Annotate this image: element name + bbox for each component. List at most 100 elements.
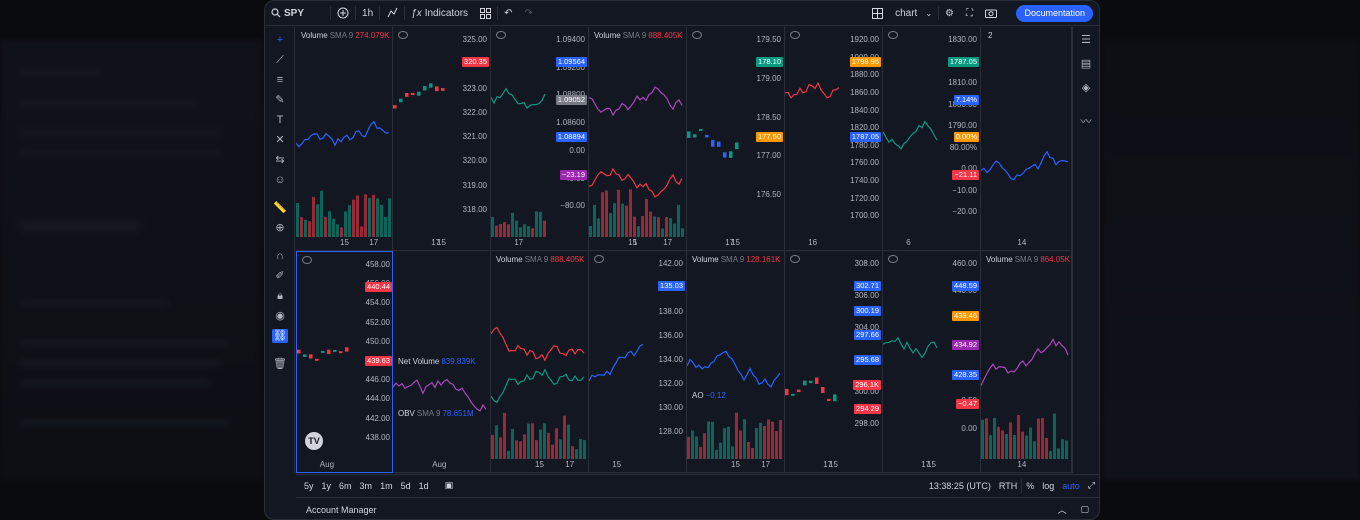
chart-pane-15[interactable]: 460.00440.00420.00400.001.000.500.00448.… bbox=[883, 251, 981, 473]
price-scale[interactable]: 308.00306.00304.00302.00300.00298.00302.… bbox=[843, 251, 882, 459]
account-manager-bar[interactable]: Account Manager ︿ ▢ bbox=[296, 497, 1099, 519]
eye-icon[interactable] bbox=[398, 31, 408, 39]
time-scale[interactable]: 15 17 bbox=[296, 236, 392, 250]
symbol-search[interactable]: SPY bbox=[265, 1, 310, 26]
eye-icon[interactable] bbox=[790, 255, 800, 263]
auto-toggle[interactable]: auto bbox=[1058, 481, 1084, 491]
chevron-up-icon[interactable]: ︿ bbox=[1057, 503, 1066, 516]
fullscreen-button[interactable]: ⛶ bbox=[960, 1, 979, 26]
interval-button[interactable]: 1h bbox=[356, 1, 379, 26]
time-scale[interactable]: 15 17 bbox=[687, 236, 784, 250]
chart-pane-12[interactable]: 142.00140.00138.00136.00134.00132.00130.… bbox=[589, 251, 687, 473]
time-scale[interactable]: Aug bbox=[393, 458, 490, 472]
layout-select-button[interactable] bbox=[866, 1, 889, 26]
crosshair-icon[interactable]: + bbox=[273, 33, 287, 47]
time-scale[interactable]: 15 bbox=[589, 458, 686, 472]
chart-pane-2[interactable]: 325.00324.00323.00322.00321.00320.00319.… bbox=[393, 27, 491, 251]
range-3m[interactable]: 3m bbox=[356, 481, 377, 491]
chart-pane-3[interactable]: 1.094001.092001.088001.086000.00−40.00−8… bbox=[491, 27, 589, 251]
price-scale[interactable]: 460.00440.00420.00400.001.000.500.00448.… bbox=[941, 251, 980, 459]
price-scale[interactable]: 325.00324.00323.00322.00321.00320.00319.… bbox=[451, 27, 490, 237]
session-button[interactable]: RTH bbox=[995, 481, 1021, 491]
chart-pane-11[interactable]: Volume SMA 9 888.405K 15 17 bbox=[491, 251, 589, 473]
pattern-icon[interactable]: ✕ bbox=[273, 133, 287, 147]
chart-pane-7[interactable]: 1830.001820.001810.001800.001790.0080.00… bbox=[883, 27, 981, 251]
chart-pane-5[interactable]: 179.50 179.00 178.50 177.00 176.50 178.10 177.… bbox=[687, 27, 785, 251]
time-scale[interactable]: 16 bbox=[785, 236, 882, 250]
brush-icon[interactable]: ✎ bbox=[273, 93, 287, 107]
prediction-icon[interactable]: ⇆ bbox=[273, 153, 287, 167]
range-1y[interactable]: 1y bbox=[318, 481, 336, 491]
text-icon[interactable]: T bbox=[273, 113, 287, 127]
time-scale[interactable]: 1 15 17 bbox=[589, 236, 686, 250]
range-6m[interactable]: 6m bbox=[335, 481, 356, 491]
chart-pane-1[interactable]: Volume SMA 9 274.079K 15 17 bbox=[296, 27, 393, 251]
eye-icon[interactable] bbox=[692, 31, 702, 39]
eye-icon[interactable] bbox=[594, 255, 604, 263]
chart-pane-4[interactable]: Volume SMA 9 888.405K 1 15 17 bbox=[589, 27, 687, 251]
settings-button[interactable]: ⚙ bbox=[939, 1, 960, 26]
time-scale[interactable]: 17 bbox=[491, 236, 588, 250]
emoji-icon[interactable]: ☺ bbox=[273, 173, 287, 187]
eye-icon[interactable] bbox=[888, 31, 898, 39]
compare-button[interactable] bbox=[331, 1, 355, 26]
magnet-icon[interactable]: ∩ bbox=[273, 249, 287, 263]
eye-icon[interactable] bbox=[302, 256, 312, 264]
price-scale[interactable]: 1920.001900.001880.001860.001840.001820.… bbox=[843, 27, 882, 237]
price-scale[interactable]: 1.094001.092001.088001.086000.00−40.00−8… bbox=[549, 27, 588, 237]
log-toggle[interactable]: log bbox=[1038, 481, 1058, 491]
ruler-icon[interactable]: 📏 bbox=[273, 201, 287, 215]
documentation-button[interactable]: Documentation bbox=[1016, 5, 1093, 22]
expand-icon[interactable]: ⤢ bbox=[1084, 480, 1099, 491]
time-scale[interactable]: 15 17 bbox=[785, 458, 882, 472]
time-scale[interactable]: 15 17 bbox=[883, 458, 980, 472]
zoom-in-icon[interactable]: ⊕ bbox=[273, 221, 287, 235]
chart-pane-8[interactable]: 2 14 bbox=[981, 27, 1072, 251]
time-scale[interactable]: 15 17 bbox=[491, 458, 588, 472]
time-scale[interactable]: 15 17 bbox=[393, 236, 490, 250]
chart-type-button[interactable] bbox=[380, 1, 404, 26]
chart-pane-16[interactable]: Volume SMA 9 864.05K 14 bbox=[981, 251, 1072, 473]
clock-label[interactable]: 13:38:25 (UTC) bbox=[925, 481, 995, 491]
time-scale[interactable]: 15 17 bbox=[687, 458, 784, 472]
watchlist-icon[interactable]: ☰ bbox=[1079, 33, 1093, 47]
price-scale[interactable]: 458.00456.00454.00452.00450.00448.00446.… bbox=[354, 252, 392, 460]
price-scale[interactable]: 142.00140.00138.00136.00134.00132.00130.… bbox=[647, 251, 686, 459]
redo-button[interactable]: ↷ bbox=[518, 1, 538, 26]
maximize-icon[interactable]: ▢ bbox=[1080, 504, 1089, 515]
chart-pane-9[interactable]: 458.00456.00454.00452.00450.00448.00446.… bbox=[296, 251, 393, 473]
layout-name[interactable]: chart ⌄ bbox=[889, 1, 938, 26]
range-1d[interactable]: 1d bbox=[415, 481, 433, 491]
snapshot-button[interactable] bbox=[979, 1, 1003, 26]
time-scale[interactable]: 14 bbox=[981, 236, 1071, 250]
chart-pane-6[interactable]: 1920.001900.001880.001860.001840.001820.… bbox=[785, 27, 883, 251]
eye-icon[interactable]: ◉ bbox=[273, 309, 287, 323]
stay-drawing-icon[interactable]: ✐ bbox=[273, 269, 287, 283]
templates-button[interactable] bbox=[474, 1, 497, 26]
range-5y[interactable]: 5y bbox=[300, 481, 318, 491]
eye-icon[interactable] bbox=[790, 31, 800, 39]
chart-pane-14[interactable]: 308.00306.00304.00302.00300.00298.00302.… bbox=[785, 251, 883, 473]
time-scale[interactable]: 14 bbox=[981, 458, 1071, 472]
lock-icon[interactable]: 🔒︎ bbox=[273, 289, 287, 303]
time-scale[interactable]: 6 bbox=[883, 236, 980, 250]
price-scale[interactable]: 179.50 179.00 178.50 177.00 176.50 178.10 177.… bbox=[745, 27, 784, 237]
undo-button[interactable]: ↶ bbox=[498, 1, 518, 26]
range-5d[interactable]: 5d bbox=[397, 481, 415, 491]
eye-icon[interactable] bbox=[496, 31, 506, 39]
eye-icon[interactable] bbox=[888, 255, 898, 263]
fib-icon[interactable]: ≡ bbox=[273, 73, 287, 87]
trash-icon[interactable]: 🗑︎ bbox=[273, 357, 287, 371]
trend-line-icon[interactable]: ⟋ bbox=[273, 53, 287, 67]
details-icon[interactable]: ▤ bbox=[1079, 57, 1093, 71]
percent-toggle[interactable]: % bbox=[1022, 481, 1038, 491]
range-1m[interactable]: 1m bbox=[376, 481, 397, 491]
chart-line-icon[interactable]: 〰 bbox=[1079, 115, 1093, 129]
chart-pane-10[interactable]: Net Volume 839.839K OBV SMA 9 78.651M Aug bbox=[393, 251, 491, 473]
goto-date-button[interactable]: ▣ bbox=[441, 480, 458, 491]
layers-icon[interactable]: ◈ bbox=[1079, 81, 1093, 95]
time-scale[interactable]: Aug bbox=[297, 458, 392, 472]
chart-pane-13[interactable]: Volume SMA 9 128.161K AO −0.12 15 17 bbox=[687, 251, 785, 473]
price-scale[interactable]: 1830.001820.001810.001800.001790.0080.00… bbox=[941, 27, 980, 237]
link-icon[interactable]: ⛓ bbox=[272, 329, 288, 343]
